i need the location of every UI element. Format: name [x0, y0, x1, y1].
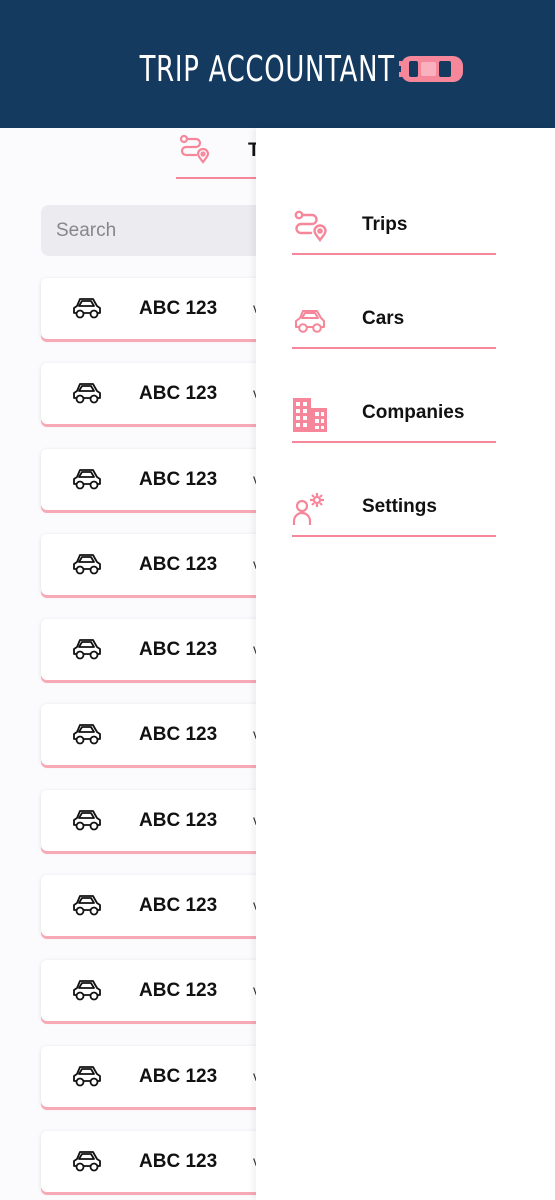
- building-icon: [293, 398, 327, 432]
- car-plate: ABC 123: [139, 468, 218, 490]
- car-icon: [73, 383, 101, 404]
- car-plate: ABC 123: [139, 895, 218, 917]
- car-icon: [73, 639, 101, 660]
- car-icon: [73, 895, 101, 916]
- tab-trips[interactable]: T: [176, 128, 266, 179]
- navigation-drawer: Trips Cars Companies Settings: [256, 128, 555, 1200]
- route-icon: [294, 210, 327, 242]
- car-icon: [73, 1151, 101, 1172]
- car-icon: [73, 1065, 101, 1087]
- drawer-item-trips[interactable]: Trips: [292, 203, 496, 255]
- user-settings-icon: [292, 493, 324, 525]
- car-plate: ABC 123: [139, 980, 218, 1002]
- drawer-item-settings[interactable]: Settings: [292, 485, 496, 537]
- car-icon: [73, 468, 101, 489]
- car-icon: [73, 553, 101, 575]
- car-plate: ABC 123: [139, 553, 218, 575]
- car-plate: ABC 123: [139, 383, 218, 405]
- car-plate: ABC 123: [139, 639, 218, 661]
- route-icon: [179, 134, 210, 164]
- search-input[interactable]: [41, 205, 291, 256]
- car-icon: [73, 298, 101, 319]
- car-plate: ABC 123: [139, 1065, 218, 1087]
- app-header: TRIP ACCOUNTANT: [0, 0, 555, 128]
- car-plate: ABC 123: [139, 298, 218, 319]
- car-icon: [73, 980, 101, 1001]
- car-icon: [295, 310, 325, 333]
- drawer-item-label: Settings: [362, 496, 437, 517]
- car-top-view-icon: [398, 56, 463, 82]
- drawer-item-companies[interactable]: Companies: [292, 391, 496, 443]
- drawer-item-label: Companies: [362, 402, 465, 423]
- car-plate: ABC 123: [139, 1150, 218, 1172]
- car-plate: ABC 123: [139, 724, 218, 746]
- car-icon: [73, 809, 101, 831]
- drawer-item-cars[interactable]: Cars: [292, 297, 496, 349]
- drawer-item-label: Trips: [362, 214, 408, 235]
- car-icon: [73, 724, 101, 745]
- drawer-item-label: Cars: [362, 308, 405, 329]
- app-title: TRIP ACCOUNTANT: [139, 48, 396, 90]
- car-plate: ABC 123: [139, 809, 218, 831]
